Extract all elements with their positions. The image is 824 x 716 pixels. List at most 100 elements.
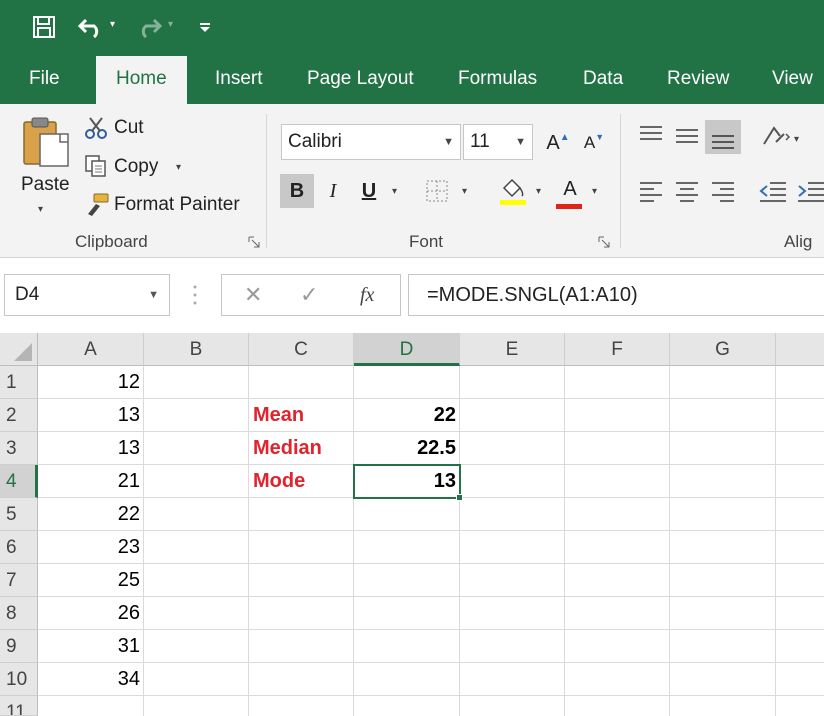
paste-icon[interactable] (22, 116, 72, 173)
borders-dropdown-icon[interactable]: ▾ (462, 186, 467, 197)
column-header-d[interactable]: D (354, 333, 460, 366)
underline-dropdown-icon[interactable]: ▾ (392, 186, 397, 197)
select-all-corner[interactable] (0, 333, 38, 366)
column-header-b[interactable]: B (144, 333, 249, 366)
tab-review[interactable]: Review (667, 54, 729, 104)
align-right-icon[interactable] (710, 180, 736, 207)
orientation-icon[interactable] (760, 124, 792, 153)
increase-font-size-button[interactable]: A ▲ (541, 126, 575, 160)
paste-dropdown-icon[interactable]: ▾ (38, 204, 43, 215)
tab-file[interactable]: File (29, 54, 60, 104)
chevron-down-icon[interactable]: ▼ (515, 125, 526, 159)
column-header-f[interactable]: F (565, 333, 670, 366)
row-header-6[interactable]: 6 (0, 531, 38, 564)
align-center-icon[interactable] (674, 180, 700, 207)
format-painter-icon[interactable] (84, 192, 110, 221)
font-size-combo[interactable]: 11 ▼ (463, 124, 533, 160)
row-header-3[interactable]: 3 (0, 432, 38, 465)
enter-check-icon[interactable]: ✓ (300, 275, 318, 315)
customize-toolbar-icon[interactable] (196, 10, 214, 44)
align-left-icon[interactable] (638, 180, 664, 207)
clipboard-launcher-icon[interactable] (248, 236, 260, 248)
cell-a1[interactable]: 12 (40, 371, 140, 394)
shrink-font-label: A (583, 133, 596, 152)
tab-insert[interactable]: Insert (215, 54, 263, 104)
row-header-5[interactable]: 5 (0, 498, 38, 531)
row-header-10[interactable]: 10 (0, 663, 38, 696)
undo-icon[interactable] (76, 10, 106, 44)
cell-a9[interactable]: 31 (40, 635, 140, 658)
cell-c4-mode-label[interactable]: Mode (253, 470, 305, 493)
tab-page-layout[interactable]: Page Layout (307, 54, 414, 104)
underline-button[interactable]: U (352, 174, 386, 208)
cell-a5[interactable]: 22 (40, 503, 140, 526)
bold-button[interactable]: B (280, 174, 314, 208)
middle-align-icon[interactable] (674, 124, 700, 151)
font-color-swatch (556, 204, 582, 209)
row-header-1[interactable]: 1 (0, 366, 38, 399)
format-painter-label[interactable]: Format Painter (114, 194, 240, 216)
tab-data[interactable]: Data (583, 54, 623, 104)
font-launcher-icon[interactable] (598, 236, 610, 248)
column-header-a[interactable]: A (38, 333, 144, 366)
cell-a8[interactable]: 26 (40, 602, 140, 625)
column-header-partial[interactable] (776, 333, 824, 366)
top-align-icon[interactable] (638, 124, 664, 151)
chevron-down-icon[interactable]: ▼ (443, 125, 454, 159)
save-icon[interactable] (28, 10, 60, 44)
cell-a7[interactable]: 25 (40, 569, 140, 592)
copy-icon[interactable] (84, 154, 108, 183)
undo-dropdown-icon[interactable]: ▾ (110, 19, 115, 30)
increase-indent-icon[interactable] (796, 180, 824, 207)
row-header-8[interactable]: 8 (0, 597, 38, 630)
splitter-dots-icon[interactable] (193, 284, 197, 306)
tab-home[interactable]: Home (96, 56, 187, 104)
decrease-indent-icon[interactable] (758, 180, 788, 207)
font-color-dropdown-icon[interactable]: ▾ (592, 186, 597, 197)
caret-up-icon: ▲ (559, 131, 570, 143)
cancel-icon[interactable]: ✕ (244, 275, 262, 315)
bottom-align-icon[interactable] (705, 120, 741, 154)
fill-color-dropdown-icon[interactable]: ▾ (536, 186, 541, 197)
column-header-c[interactable]: C (249, 333, 354, 366)
cut-label[interactable]: Cut (114, 117, 144, 139)
cell-a2[interactable]: 13 (40, 404, 140, 427)
cell-a10[interactable]: 34 (40, 668, 140, 691)
cut-icon[interactable] (84, 116, 108, 145)
copy-dropdown-icon[interactable]: ▾ (176, 162, 181, 173)
insert-function-icon[interactable]: fx (360, 275, 374, 315)
cell-d3-median-value[interactable]: 22.5 (356, 437, 456, 460)
paste-label[interactable]: Paste (21, 174, 70, 196)
name-box[interactable]: D4 ▼ (4, 274, 170, 316)
redo-dropdown-icon[interactable]: ▾ (168, 19, 173, 30)
font-name-combo[interactable]: Calibri ▼ (281, 124, 461, 160)
copy-label[interactable]: Copy (114, 156, 158, 178)
cell-a4[interactable]: 21 (40, 470, 140, 493)
row-header-7[interactable]: 7 (0, 564, 38, 597)
font-color-button[interactable]: A (553, 172, 587, 206)
row-header-11[interactable]: 11 (0, 696, 38, 716)
italic-button[interactable]: I (316, 174, 350, 208)
column-header-g[interactable]: G (670, 333, 776, 366)
column-header-e[interactable]: E (460, 333, 565, 366)
cell-d2-mean-value[interactable]: 22 (356, 404, 456, 427)
fill-handle[interactable] (456, 494, 463, 501)
cell-a6[interactable]: 23 (40, 536, 140, 559)
tab-formulas[interactable]: Formulas (458, 54, 537, 104)
cell-c2-mean-label[interactable]: Mean (253, 404, 304, 427)
chevron-down-icon[interactable]: ▼ (148, 275, 159, 315)
decrease-font-size-button[interactable]: A ▼ (577, 126, 611, 160)
fill-color-icon[interactable] (500, 176, 528, 211)
row-header-4[interactable]: 4 (0, 465, 38, 498)
row-header-2[interactable]: 2 (0, 399, 38, 432)
borders-icon[interactable] (426, 180, 448, 207)
orientation-dropdown-icon[interactable]: ▾ (794, 134, 799, 145)
cell-c3-median-label[interactable]: Median (253, 437, 322, 460)
gridline (38, 596, 824, 597)
formula-input[interactable]: =MODE.SNGL(A1:A10) (408, 274, 824, 316)
tab-view[interactable]: View (772, 54, 813, 104)
gridline (669, 366, 670, 716)
row-header-9[interactable]: 9 (0, 630, 38, 663)
cell-a3[interactable]: 13 (40, 437, 140, 460)
redo-icon[interactable] (134, 10, 164, 44)
